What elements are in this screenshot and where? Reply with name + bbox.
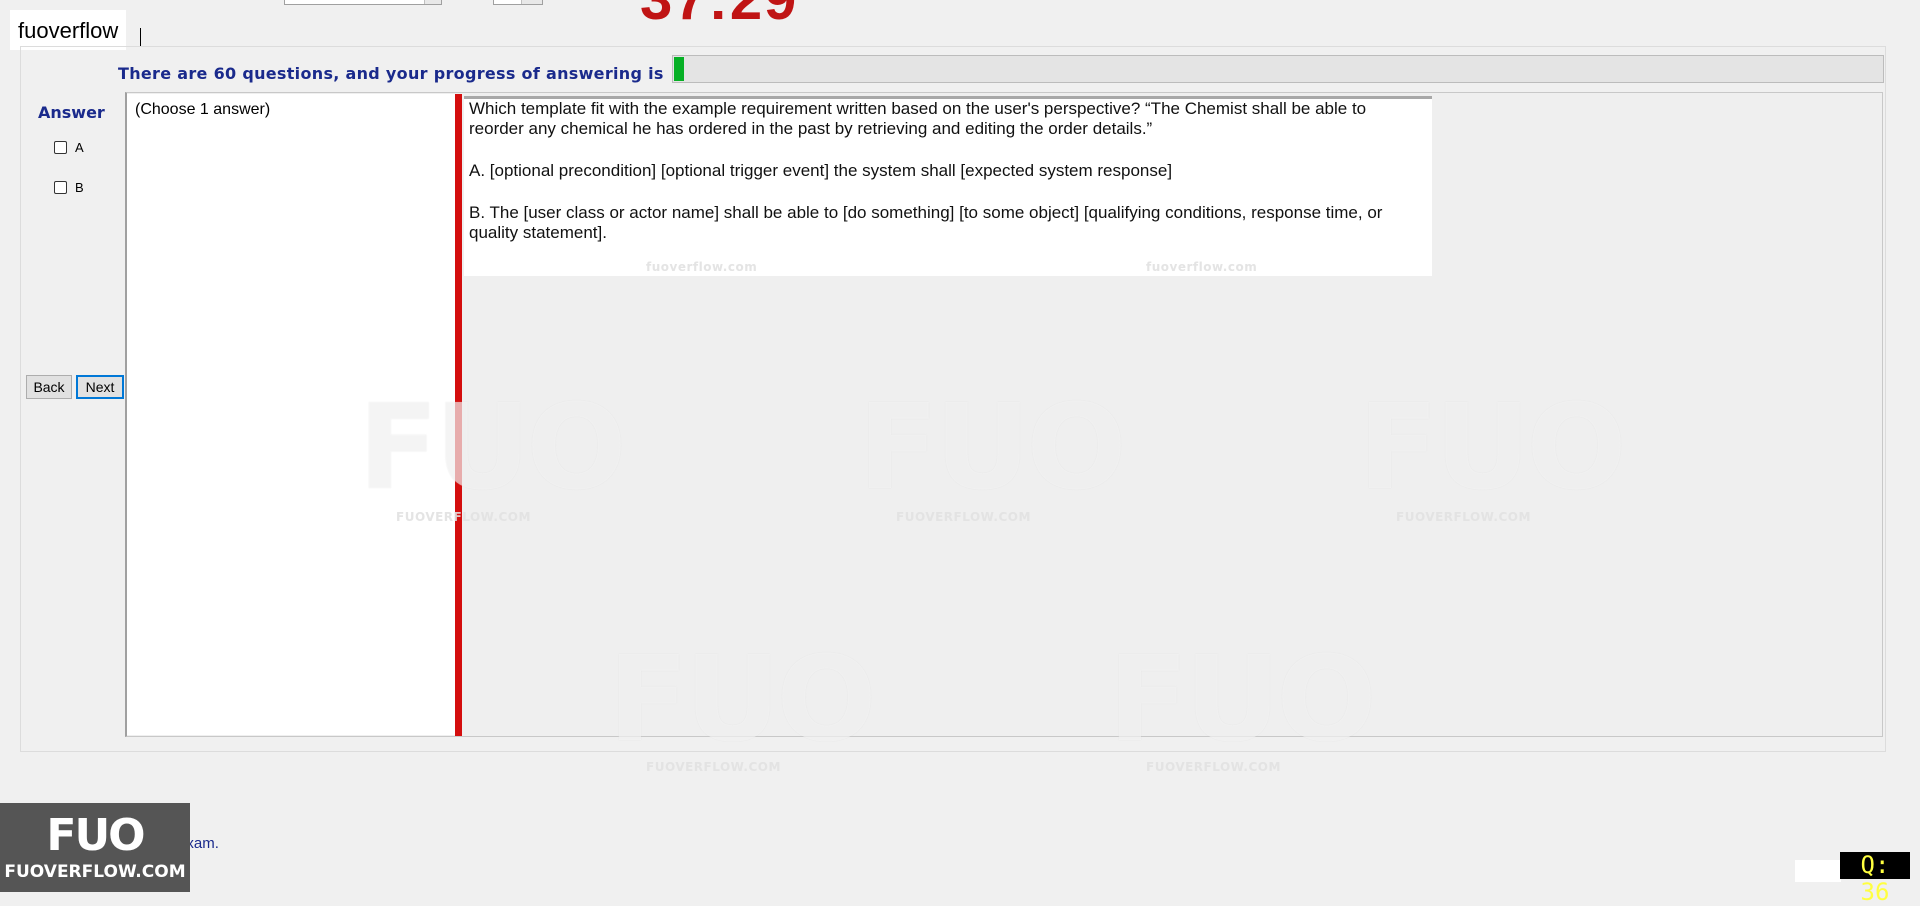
next-button[interactable]: Next [76,375,124,399]
checkbox-b[interactable] [54,181,67,194]
question-option-a: A. [optional precondition] [optional tri… [469,161,1173,180]
question-stem: Which template fit with the example requ… [469,99,1367,138]
status-field [1795,860,1841,882]
logo-text: FUOVERFLOW.COM [4,861,186,882]
watermark-site-text: FUOVERFLOW.COM [646,760,781,774]
progress-bar-fill [674,57,684,81]
pane-splitter[interactable] [455,94,462,736]
top-combo-box[interactable] [284,0,442,5]
brand-label: fuoverflow [10,10,127,50]
text-caret [140,28,141,46]
logo-mark: FUO [46,809,145,861]
answer-option-a[interactable]: A [54,140,84,155]
question-counter: Q: 36 [1840,852,1910,906]
top-small-combo[interactable] [493,0,543,5]
choose-instruction: (Choose 1 answer) [135,101,271,118]
answer-option-b[interactable]: B [54,180,84,195]
progress-label: There are 60 questions, and your progres… [118,64,664,83]
question-text: Which template fit with the example requ… [469,99,1419,243]
answer-heading: Answer [38,103,105,122]
chevron-down-icon[interactable] [424,0,441,4]
back-button[interactable]: Back [26,375,72,399]
fuoverflow-logo: FUO FUOVERFLOW.COM [0,803,190,892]
chevron-down-icon[interactable] [521,0,542,4]
question-option-b: B. The [user class or actor name] shall … [469,203,1383,242]
checkbox-a[interactable] [54,141,67,154]
progress-bar [672,55,1884,83]
watermark-site-text: FUOVERFLOW.COM [1146,760,1281,774]
answer-option-b-label: B [75,180,84,195]
countdown-timer: 37:29 [640,0,798,33]
answer-option-a-label: A [75,140,84,155]
answer-instruction-pane [127,94,455,735]
